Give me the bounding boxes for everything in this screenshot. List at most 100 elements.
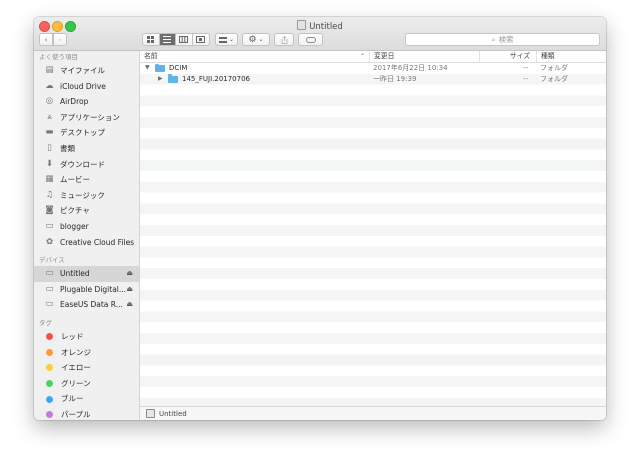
drive-icon [297, 20, 307, 30]
sidebar-tag-orange[interactable]: オレンジ [34, 345, 139, 361]
camera-icon: ◙ [45, 205, 54, 216]
download-icon: ⬇ [45, 158, 54, 169]
search-placeholder: 検索 [498, 35, 514, 44]
file-size: -- [522, 74, 528, 83]
tag-color-dot [46, 348, 53, 356]
search-icon: ⌕ [491, 34, 496, 44]
action-button[interactable]: ⚙ ⌄ [242, 33, 270, 46]
sidebar-item-pictures[interactable]: ◙ ピクチャ [34, 203, 139, 219]
sidebar-tag-green[interactable]: グリーン [34, 376, 139, 392]
share-icon [281, 35, 287, 44]
folder-icon [155, 63, 165, 72]
table-row[interactable]: ▶ 145_FUJI.20170706 一昨日 19:39 -- フォルダ [140, 74, 606, 85]
icon-view-button[interactable] [143, 34, 160, 45]
path-bar: Untitled [140, 406, 606, 420]
column-header-name[interactable]: 名前 ⌃ [140, 51, 369, 62]
sidebar-section-favorites: よく使う項目 [39, 53, 78, 61]
sidebar-item-creative-cloud-files[interactable]: ✿ Creative Cloud Files [34, 235, 139, 251]
file-kind: フォルダ [540, 64, 568, 72]
sidebar-item-plugable-digital[interactable]: ▭ Plugable Digital... ⏏ [34, 282, 139, 298]
folder-icon: ▭ [45, 220, 54, 231]
share-button[interactable] [274, 33, 294, 46]
desktop-icon: ▬ [45, 127, 54, 138]
file-list: 名前 ⌃ 変更日 サイズ 種類 ▼ DCIM 2017年6月22日 10:34 … [140, 51, 606, 420]
arrange-button[interactable]: ⌄ [215, 33, 238, 46]
search-field[interactable]: ⌕ 検索 [405, 33, 600, 46]
file-name: DCIM [169, 64, 188, 72]
sidebar-tag-red[interactable]: レッド [34, 329, 139, 345]
sidebar-item-applications[interactable]: ⩓ アプリケーション [34, 110, 139, 126]
sidebar-item-movies[interactable]: ▦ ムービー [34, 172, 139, 188]
sidebar-item-music[interactable]: ♫ ミュージック [34, 188, 139, 204]
arrange-icon [218, 36, 227, 43]
tag-color-dot [46, 411, 53, 419]
sort-ascending-icon: ⌃ [359, 53, 365, 60]
sidebar-tag-yellow[interactable]: イエロー [34, 360, 139, 376]
sidebar-item-blogger[interactable]: ▭ blogger [34, 219, 139, 235]
sidebar-item-all-my-files[interactable]: ▤ マイファイル [34, 63, 139, 79]
gear-icon: ⚙ [248, 34, 257, 45]
file-modified: 一昨日 19:39 [373, 74, 417, 83]
sidebar-section-devices: デバイス [39, 256, 65, 265]
drive-icon: ▭ [45, 283, 54, 294]
movies-icon: ▦ [45, 174, 54, 185]
applications-icon: ⩓ [47, 111, 52, 122]
sidebar-item-airdrop[interactable]: ◎ AirDrop [34, 94, 139, 110]
column-view-button[interactable] [176, 34, 193, 45]
cover-flow-view-button[interactable] [193, 34, 209, 45]
creative-cloud-icon: ✿ [45, 236, 54, 247]
tag-color-dot [46, 379, 53, 387]
list-view-button[interactable] [159, 34, 176, 45]
path-bar-item[interactable]: Untitled [159, 410, 187, 418]
chevron-right-icon: › [58, 35, 62, 44]
table-row[interactable]: ▼ DCIM 2017年6月22日 10:34 -- フォルダ [140, 63, 606, 74]
drive-icon: ▭ [45, 268, 54, 279]
sidebar-item-desktop[interactable]: ▬ デスクトップ [34, 125, 139, 141]
sidebar-item-easeus-data-recovery[interactable]: ▭ EaseUS Data R... ⏏ [34, 297, 139, 313]
cover-flow-icon [196, 36, 206, 43]
finder-window: Untitled ‹ › ⌄ ⚙ ⌄ ⌕ 検索 よく使う項目 ▤ マイファイル … [34, 17, 606, 420]
chevron-down-icon: ⌄ [258, 36, 264, 43]
folder-icon [168, 74, 178, 83]
sidebar-item-documents[interactable]: ▯ 書類 [34, 141, 139, 157]
music-icon: ♫ [45, 189, 54, 200]
file-kind: フォルダ [540, 74, 568, 83]
view-mode-segmented-control [142, 33, 210, 46]
sidebar-item-downloads[interactable]: ⬇ ダウンロード [34, 157, 139, 173]
airdrop-icon: ◎ [45, 96, 54, 107]
documents-icon: ▯ [47, 142, 52, 153]
chevron-left-icon: ‹ [44, 35, 48, 44]
file-modified: 2017年6月22日 10:34 [373, 64, 448, 72]
toolbar: Untitled ‹ › ⌄ ⚙ ⌄ ⌕ 検索 [34, 17, 606, 51]
all-my-files-icon: ▤ [45, 65, 54, 75]
drive-icon: ▭ [45, 299, 54, 310]
eject-icon[interactable]: ⏏ [126, 297, 133, 313]
sidebar-section-tags: タグ [39, 318, 52, 327]
disclosure-triangle-collapsed-icon[interactable]: ▶ [158, 74, 163, 85]
window-title: Untitled [34, 20, 606, 32]
list-icon [163, 36, 172, 43]
tag-color-dot [46, 333, 53, 341]
column-header-modified[interactable]: 変更日 [369, 51, 479, 62]
tag-color-dot [46, 364, 53, 372]
sidebar-tag-purple[interactable]: パープル [34, 407, 139, 420]
file-rows: ▼ DCIM 2017年6月22日 10:34 -- フォルダ ▶ 145_FU… [140, 63, 606, 406]
disclosure-triangle-expanded-icon[interactable]: ▼ [145, 63, 150, 74]
sidebar-item-untitled[interactable]: ▭ Untitled ⏏ [34, 266, 139, 282]
sidebar: よく使う項目 ▤ マイファイル ☁ iCloud Drive ◎ AirDrop ⩓ ア… [34, 51, 140, 420]
drive-icon [146, 409, 155, 418]
column-header-size[interactable]: サイズ [479, 51, 536, 62]
file-size: -- [522, 64, 528, 72]
tag-button[interactable] [298, 33, 323, 46]
back-button[interactable]: ‹ [39, 33, 53, 46]
chevron-down-icon: ⌄ [228, 36, 235, 43]
eject-icon[interactable]: ⏏ [126, 266, 133, 282]
eject-icon[interactable]: ⏏ [126, 282, 133, 298]
sidebar-tag-blue[interactable]: ブルー [34, 391, 139, 407]
column-header-kind[interactable]: 種類 [536, 51, 606, 62]
tag-icon [305, 36, 316, 43]
cloud-icon: ☁ [45, 80, 54, 91]
grid-icon [147, 36, 155, 43]
sidebar-item-icloud-drive[interactable]: ☁ iCloud Drive [34, 79, 139, 95]
forward-button[interactable]: › [53, 33, 67, 46]
